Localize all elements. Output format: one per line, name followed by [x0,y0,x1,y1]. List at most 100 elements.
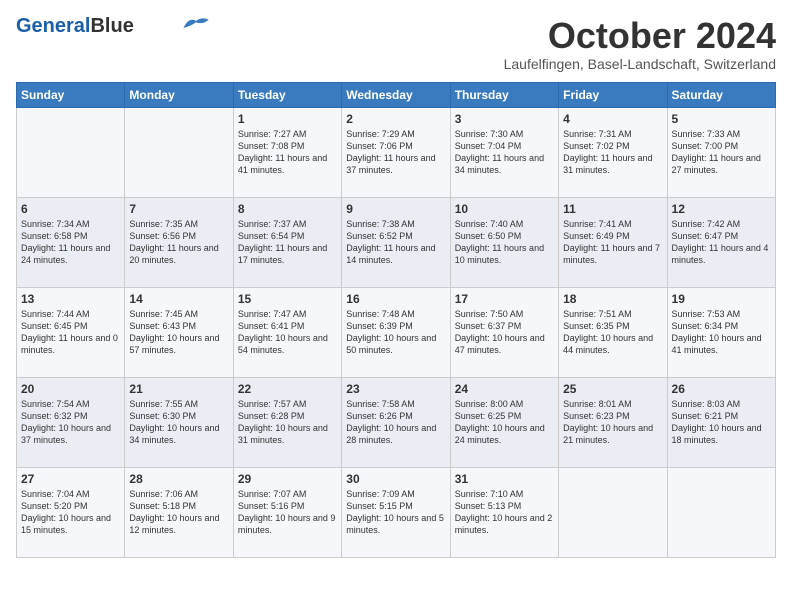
day-number: 29 [238,472,337,486]
calendar-cell: 15 Sunrise: 7:47 AM Sunset: 6:41 PM Dayli… [233,287,341,377]
day-number: 7 [129,202,228,216]
day-info: Sunrise: 7:35 AM Sunset: 6:56 PM Dayligh… [129,218,228,267]
day-info: Sunrise: 7:47 AM Sunset: 6:41 PM Dayligh… [238,308,337,357]
calendar-cell: 13 Sunrise: 7:44 AM Sunset: 6:45 PM Dayli… [17,287,125,377]
day-number: 27 [21,472,120,486]
day-info: Sunrise: 8:03 AM Sunset: 6:21 PM Dayligh… [672,398,771,447]
calendar-cell: 8 Sunrise: 7:37 AM Sunset: 6:54 PM Daylig… [233,197,341,287]
day-number: 4 [563,112,662,126]
day-number: 10 [455,202,554,216]
calendar-cell [17,107,125,197]
day-info: Sunrise: 7:33 AM Sunset: 7:00 PM Dayligh… [672,128,771,177]
day-info: Sunrise: 7:30 AM Sunset: 7:04 PM Dayligh… [455,128,554,177]
day-info: Sunrise: 7:55 AM Sunset: 6:30 PM Dayligh… [129,398,228,447]
logo-text: GeneralBlue [16,16,134,36]
calendar-cell: 11 Sunrise: 7:41 AM Sunset: 6:49 PM Dayli… [559,197,667,287]
day-info: Sunrise: 7:10 AM Sunset: 5:13 PM Dayligh… [455,488,554,537]
calendar-cell: 5 Sunrise: 7:33 AM Sunset: 7:00 PM Daylig… [667,107,775,197]
calendar-cell: 20 Sunrise: 7:54 AM Sunset: 6:32 PM Dayli… [17,377,125,467]
day-info: Sunrise: 7:38 AM Sunset: 6:52 PM Dayligh… [346,218,445,267]
title-block: October 2024 Laufelfingen, Basel-Landsch… [504,16,776,72]
day-info: Sunrise: 7:34 AM Sunset: 6:58 PM Dayligh… [21,218,120,267]
header-day-wednesday: Wednesday [342,82,450,107]
location-subtitle: Laufelfingen, Basel-Landschaft, Switzerl… [504,56,776,72]
calendar-week-2: 13 Sunrise: 7:44 AM Sunset: 6:45 PM Dayli… [17,287,776,377]
day-info: Sunrise: 7:45 AM Sunset: 6:43 PM Dayligh… [129,308,228,357]
day-info: Sunrise: 7:53 AM Sunset: 6:34 PM Dayligh… [672,308,771,357]
logo-bird-icon [182,15,210,33]
calendar-cell: 2Sunrise: 7:29 AM Sunset: 7:06 PM Daylig… [342,107,450,197]
day-number: 20 [21,382,120,396]
day-number: 3 [455,112,554,126]
calendar-cell: 25 Sunrise: 8:01 AM Sunset: 6:23 PM Dayli… [559,377,667,467]
header-day-tuesday: Tuesday [233,82,341,107]
day-number: 25 [563,382,662,396]
day-info: Sunrise: 7:48 AM Sunset: 6:39 PM Dayligh… [346,308,445,357]
day-info: Sunrise: 7:37 AM Sunset: 6:54 PM Dayligh… [238,218,337,267]
day-info: Sunrise: 7:50 AM Sunset: 6:37 PM Dayligh… [455,308,554,357]
day-number: 30 [346,472,445,486]
day-number: 19 [672,292,771,306]
calendar-cell: 29 Sunrise: 7:07 AM Sunset: 5:16 PM Dayli… [233,467,341,557]
day-info: Sunrise: 7:41 AM Sunset: 6:49 PM Dayligh… [563,218,662,267]
day-info: Sunrise: 7:57 AM Sunset: 6:28 PM Dayligh… [238,398,337,447]
day-info: Sunrise: 7:06 AM Sunset: 5:18 PM Dayligh… [129,488,228,537]
calendar-cell: 21 Sunrise: 7:55 AM Sunset: 6:30 PM Dayli… [125,377,233,467]
calendar-cell [667,467,775,557]
calendar-header-row: SundayMondayTuesdayWednesdayThursdayFrid… [17,82,776,107]
day-info: Sunrise: 7:07 AM Sunset: 5:16 PM Dayligh… [238,488,337,537]
day-info: Sunrise: 7:04 AM Sunset: 5:20 PM Dayligh… [21,488,120,537]
calendar-cell: 23Sunrise: 7:58 AM Sunset: 6:26 PM Dayli… [342,377,450,467]
day-number: 23 [346,382,445,396]
calendar-cell: 6 Sunrise: 7:34 AM Sunset: 6:58 PM Daylig… [17,197,125,287]
day-number: 8 [238,202,337,216]
calendar-cell: 19 Sunrise: 7:53 AM Sunset: 6:34 PM Dayli… [667,287,775,377]
day-number: 24 [455,382,554,396]
day-info: Sunrise: 7:54 AM Sunset: 6:32 PM Dayligh… [21,398,120,447]
calendar-week-0: 1 Sunrise: 7:27 AM Sunset: 7:08 PM Daylig… [17,107,776,197]
calendar-cell: 17 Sunrise: 7:50 AM Sunset: 6:37 PM Dayli… [450,287,558,377]
page-header: GeneralBlue October 2024 Laufelfingen, B… [16,16,776,72]
day-number: 1 [238,112,337,126]
day-info: Sunrise: 7:44 AM Sunset: 6:45 PM Dayligh… [21,308,120,357]
day-number: 6 [21,202,120,216]
calendar-cell: 14 Sunrise: 7:45 AM Sunset: 6:43 PM Dayli… [125,287,233,377]
calendar-cell: 31 Sunrise: 7:10 AM Sunset: 5:13 PM Dayli… [450,467,558,557]
logo: GeneralBlue [16,16,210,36]
calendar-cell: 1 Sunrise: 7:27 AM Sunset: 7:08 PM Daylig… [233,107,341,197]
day-info: Sunrise: 7:42 AM Sunset: 6:47 PM Dayligh… [672,218,771,267]
day-number: 5 [672,112,771,126]
day-info: Sunrise: 7:51 AM Sunset: 6:35 PM Dayligh… [563,308,662,357]
header-day-friday: Friday [559,82,667,107]
day-info: Sunrise: 8:01 AM Sunset: 6:23 PM Dayligh… [563,398,662,447]
day-number: 14 [129,292,228,306]
day-number: 11 [563,202,662,216]
day-number: 21 [129,382,228,396]
day-info: Sunrise: 7:27 AM Sunset: 7:08 PM Dayligh… [238,128,337,177]
day-info: Sunrise: 7:31 AM Sunset: 7:02 PM Dayligh… [563,128,662,177]
day-number: 9 [346,202,445,216]
day-number: 15 [238,292,337,306]
header-day-sunday: Sunday [17,82,125,107]
day-number: 31 [455,472,554,486]
day-number: 16 [346,292,445,306]
calendar-cell: 22 Sunrise: 7:57 AM Sunset: 6:28 PM Dayli… [233,377,341,467]
day-number: 28 [129,472,228,486]
day-number: 13 [21,292,120,306]
calendar-cell: 30Sunrise: 7:09 AM Sunset: 5:15 PM Dayli… [342,467,450,557]
day-number: 18 [563,292,662,306]
header-day-thursday: Thursday [450,82,558,107]
calendar-cell: 9 Sunrise: 7:38 AM Sunset: 6:52 PM Daylig… [342,197,450,287]
calendar-week-4: 27 Sunrise: 7:04 AM Sunset: 5:20 PM Dayli… [17,467,776,557]
day-number: 22 [238,382,337,396]
calendar-cell: 18 Sunrise: 7:51 AM Sunset: 6:35 PM Dayli… [559,287,667,377]
calendar-cell [125,107,233,197]
day-number: 26 [672,382,771,396]
calendar-cell: 3 Sunrise: 7:30 AM Sunset: 7:04 PM Daylig… [450,107,558,197]
calendar-header: SundayMondayTuesdayWednesdayThursdayFrid… [17,82,776,107]
day-info: Sunrise: 7:40 AM Sunset: 6:50 PM Dayligh… [455,218,554,267]
calendar-body: 1 Sunrise: 7:27 AM Sunset: 7:08 PM Daylig… [17,107,776,557]
month-year-title: October 2024 [504,16,776,56]
day-number: 2 [346,112,445,126]
day-number: 17 [455,292,554,306]
